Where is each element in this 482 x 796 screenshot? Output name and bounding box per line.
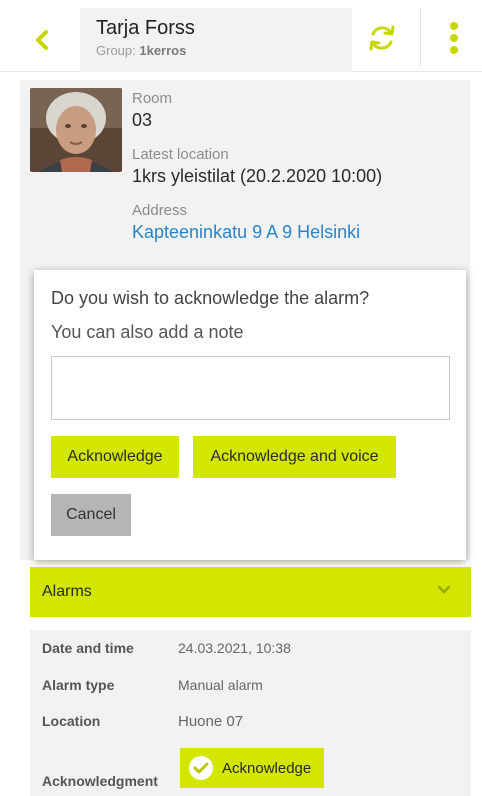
cancel-button[interactable]: Cancel [51, 494, 131, 536]
app-header: Tarja Forss Group: 1kerros [0, 0, 482, 72]
alarm-details: Date and time 24.03.2021, 10:38 Alarm ty… [30, 630, 471, 796]
resident-group: Group: 1kerros [96, 43, 352, 58]
more-menu-button[interactable] [436, 16, 472, 60]
room-value: 03 [132, 110, 153, 130]
alarm-row-label: Date and time [42, 640, 134, 656]
alarms-title: Alarms [42, 583, 92, 600]
address-link[interactable]: Kapteeninkatu 9 A 9 Helsinki [132, 220, 462, 244]
resident-title-block: Tarja Forss Group: 1kerros [80, 8, 352, 72]
alarm-row-label: Alarm type [42, 677, 115, 693]
header-divider [420, 8, 421, 66]
chevron-left-icon [36, 30, 48, 50]
resident-name: Tarja Forss [96, 17, 195, 39]
alarm-acknowledge-label: Acknowledge [222, 759, 312, 777]
check-circle-icon [189, 756, 213, 780]
acknowledge-dialog: Do you wish to acknowledge the alarm? Yo… [34, 270, 466, 560]
alarms-section-header[interactable]: Alarms [30, 567, 471, 617]
resident-details: Room 03 Latest location 1krs yleistilat … [132, 90, 462, 244]
avatar [30, 88, 122, 172]
acknowledge-button[interactable]: Acknowledge [51, 436, 179, 478]
alarm-row-value: Huone 07 [178, 713, 244, 730]
note-textarea[interactable] [51, 356, 450, 420]
back-button[interactable] [22, 20, 62, 60]
more-vertical-icon [450, 22, 458, 54]
group-name: 1kerros [139, 43, 187, 58]
alarm-row-value: 24.03.2021, 10:38 [178, 640, 291, 656]
resident-detail-page: Tarja Forss Group: 1kerros Room 03 Lates… [0, 0, 482, 796]
acknowledgment-label: Acknowledgment [42, 773, 158, 789]
room-label: Room [132, 90, 173, 107]
alarm-row-label: Location [42, 713, 101, 729]
chevron-down-icon [437, 585, 451, 594]
alarm-row-value: Manual alarm [178, 677, 263, 693]
location-label: Latest location [132, 146, 229, 163]
alarm-acknowledge-button[interactable]: Acknowledge [180, 748, 324, 788]
dialog-note-prompt: You can also add a note [51, 322, 244, 342]
address-label: Address [132, 202, 188, 219]
dialog-question: Do you wish to acknowledge the alarm? [51, 288, 370, 308]
location-value: 1krs yleistilat (20.2.2020 10:00) [132, 166, 383, 186]
sync-icon [369, 25, 395, 51]
sync-button[interactable] [362, 18, 402, 58]
acknowledge-and-voice-button[interactable]: Acknowledge and voice [193, 436, 396, 478]
resident-photo [30, 88, 122, 172]
group-prefix: Group: [96, 43, 140, 58]
